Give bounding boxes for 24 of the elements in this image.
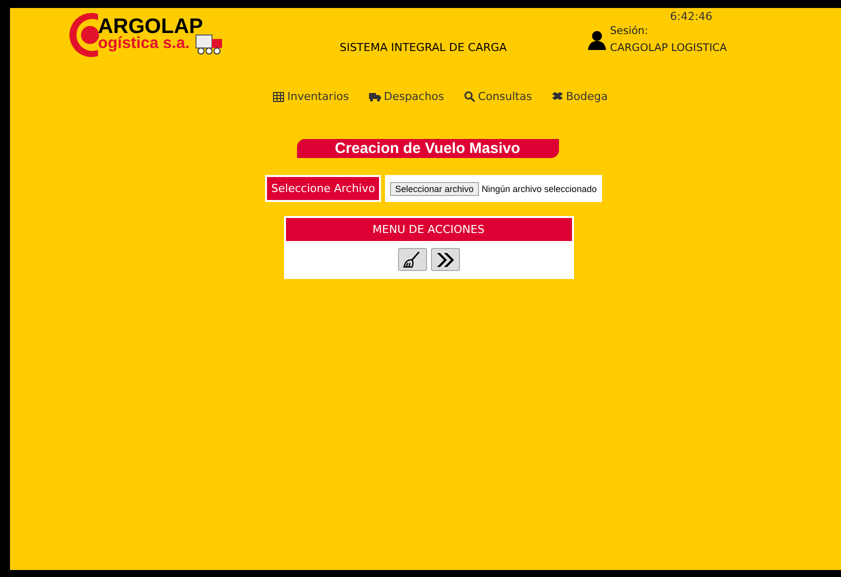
search-icon: [464, 91, 476, 102]
nav-link[interactable]: Bodega: [552, 90, 608, 103]
session-label: Sesión:: [610, 25, 650, 37]
truck-icon: [368, 92, 381, 102]
field-label: Seleccione Archivo: [265, 175, 382, 202]
nav-link[interactable]: Despachos: [368, 90, 444, 103]
session-user: CARGOLAP LOGISTICA: [610, 42, 727, 54]
table-icon: [273, 92, 284, 102]
truck-icon: [194, 32, 224, 54]
actions-header: MENU DE ACCIONES: [284, 216, 574, 243]
broom-icon: [402, 250, 422, 268]
logo-text: ARGOLAP: [98, 16, 204, 36]
nav-link[interactable]: Consultas: [464, 90, 532, 103]
logo-subtitle: ogística s.a.: [98, 36, 190, 52]
choose-file-button[interactable]: Seleccionar archivo: [390, 182, 479, 196]
system-title: SISTEMA INTEGRAL DE CARGA: [340, 41, 507, 54]
double-chevron-icon: [435, 252, 455, 268]
file-status: Ningún archivo seleccionado: [482, 184, 597, 194]
user-icon: [588, 30, 606, 50]
page-title: Creacion de Vuelo Masivo: [296, 139, 558, 158]
next-button[interactable]: [430, 248, 460, 271]
clear-button[interactable]: [398, 248, 426, 271]
clock-time: 6:42:46: [670, 10, 714, 23]
nav-link[interactable]: Inventarios: [273, 90, 349, 103]
